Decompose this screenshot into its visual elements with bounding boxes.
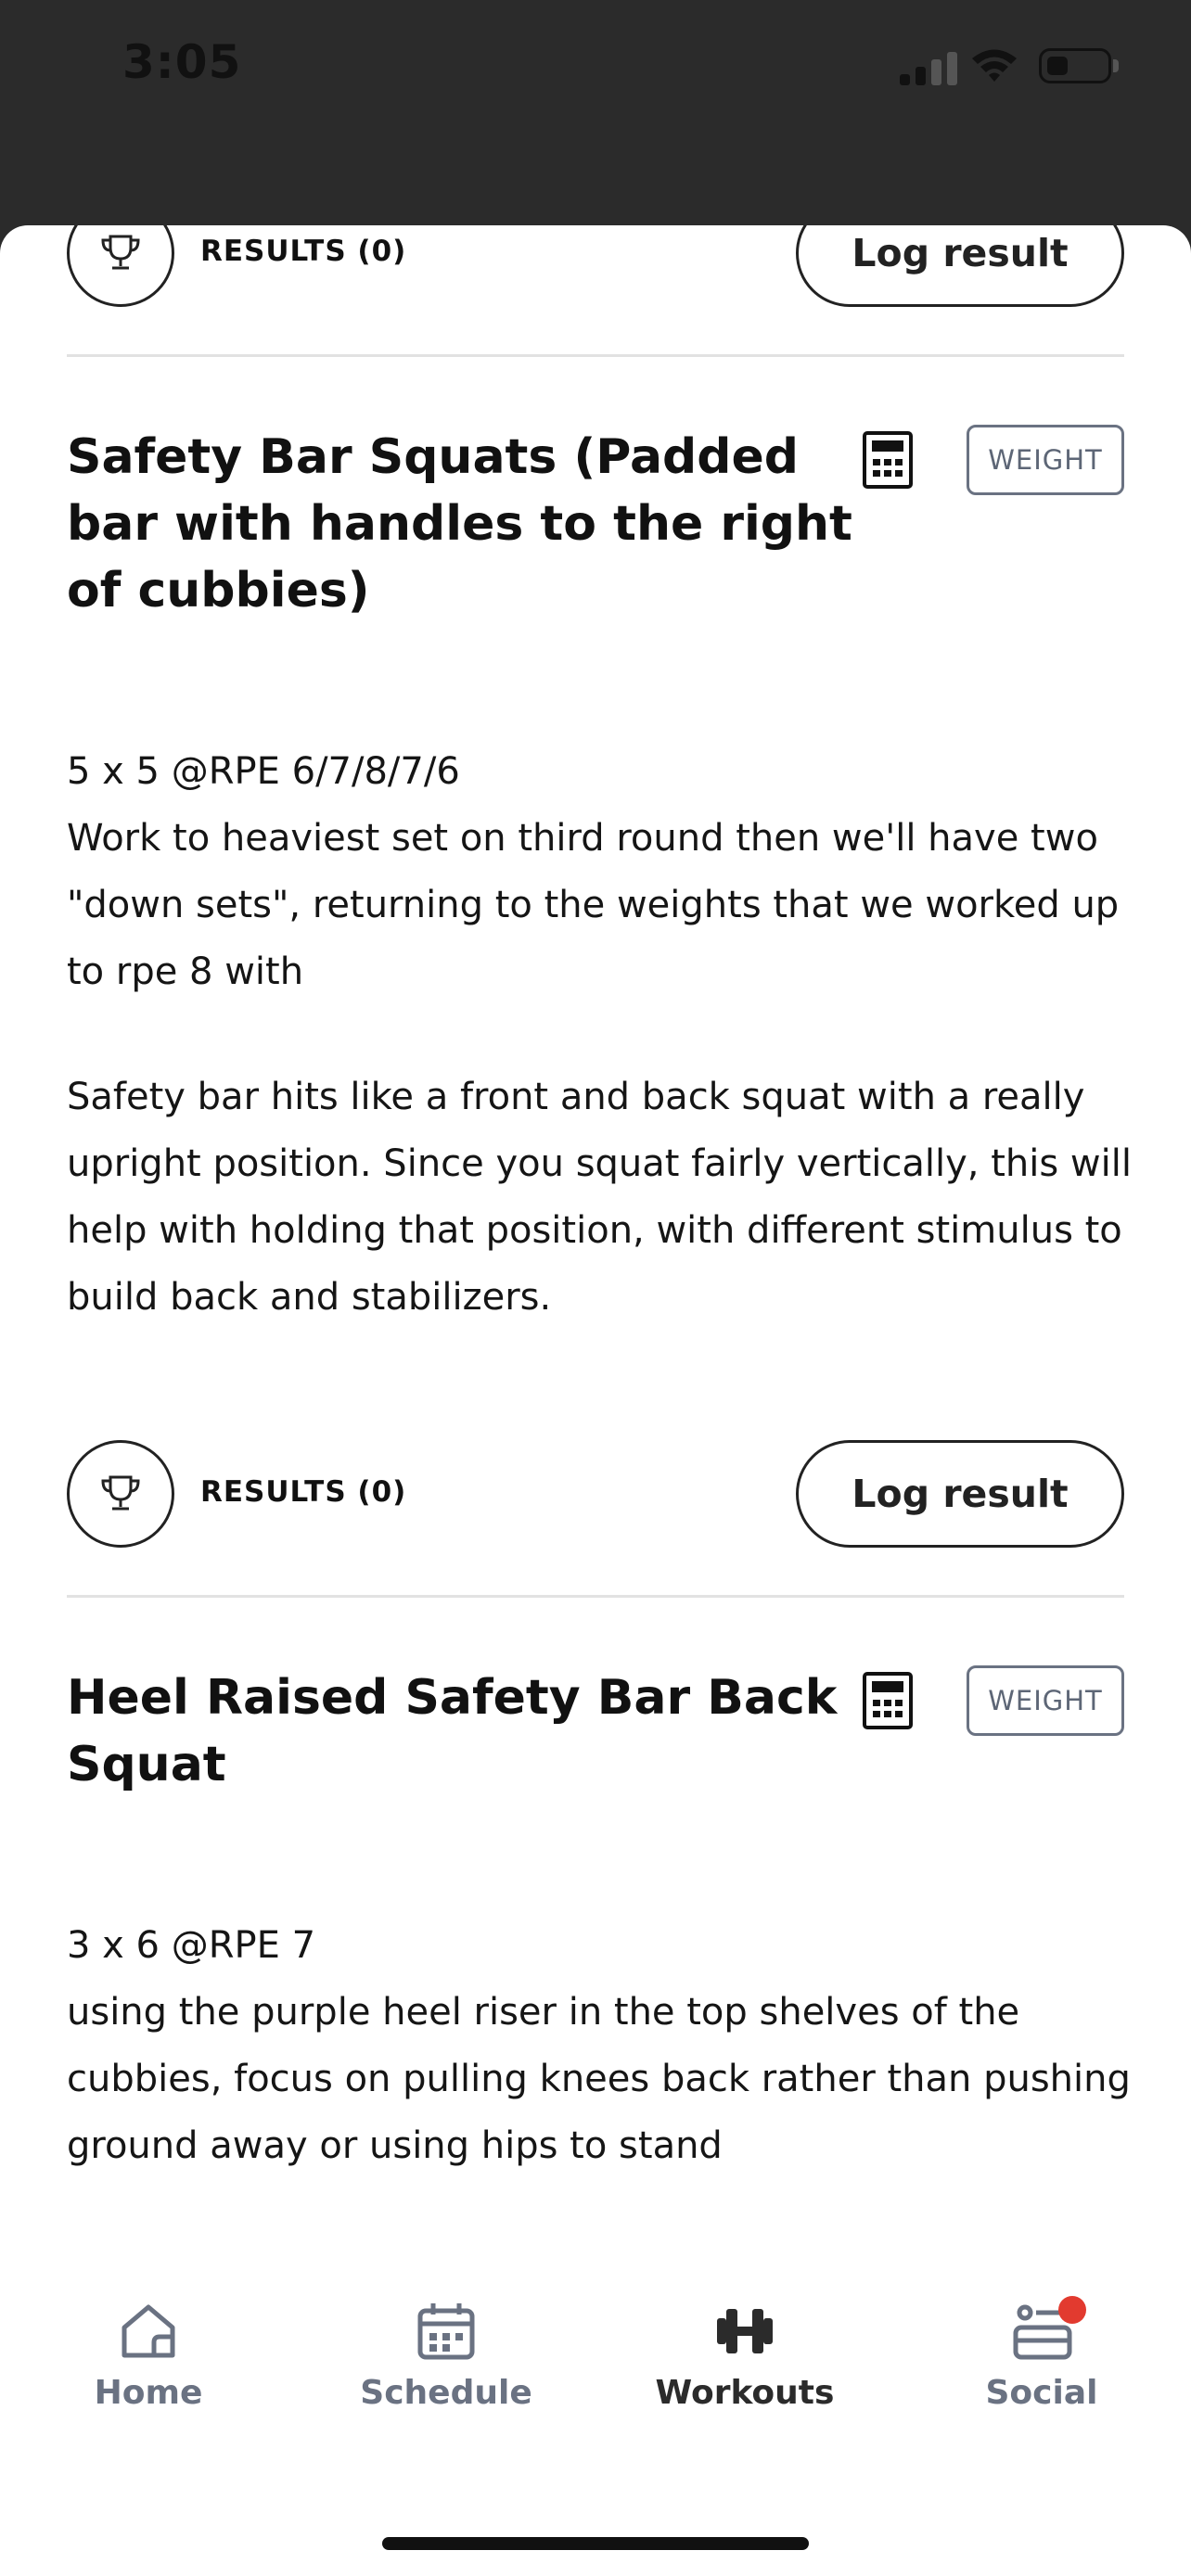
trophy-icon xyxy=(101,1475,140,1511)
notification-dot xyxy=(1058,2296,1086,2324)
exercise-note: Safety bar hits like a front and back sq… xyxy=(67,1076,1132,1319)
calculator-icon[interactable] xyxy=(863,1672,913,1729)
section-divider xyxy=(67,354,1124,357)
weight-badge[interactable]: WEIGHT xyxy=(967,425,1124,495)
calculator-icon[interactable] xyxy=(863,431,913,489)
exercise-scheme: 5 x 5 @RPE 6/7/8/7/6 xyxy=(67,750,460,793)
results-trophy-button[interactable] xyxy=(67,225,174,307)
tab-label: Home xyxy=(94,2374,203,2412)
tab-home[interactable]: Home xyxy=(37,2300,260,2448)
log-result-button[interactable]: Log result xyxy=(796,225,1124,307)
results-label[interactable]: RESULTS (0) xyxy=(200,235,406,268)
results-row: RESULTS (0) Log result xyxy=(67,1440,1124,1551)
tab-label: Schedule xyxy=(360,2374,532,2412)
calendar-icon xyxy=(417,2303,475,2360)
status-bar: 3:05 xyxy=(0,0,1191,223)
exercise-scheme: 3 x 6 @RPE 7 xyxy=(67,1924,316,1967)
exercise-title: Heel Raised Safety Bar Back Squat xyxy=(67,1670,838,1792)
battery-icon xyxy=(1039,48,1111,83)
tab-label: Social xyxy=(985,2374,1098,2412)
status-time: 3:05 xyxy=(122,35,242,89)
section-divider xyxy=(67,1595,1124,1598)
dumbbell-icon xyxy=(717,2309,773,2353)
bottom-tab-bar: Home Schedule Workouts Social xyxy=(0,2253,1191,2576)
battery-tip xyxy=(1113,59,1119,72)
tab-schedule[interactable]: Schedule xyxy=(335,2300,557,2448)
trophy-icon xyxy=(101,235,140,270)
results-label[interactable]: RESULTS (0) xyxy=(200,1475,406,1509)
workout-detail-sheet[interactable]: RESULTS (0) Log result Safety Bar Squats… xyxy=(0,225,1191,2576)
weight-badge[interactable]: WEIGHT xyxy=(967,1665,1124,1736)
tab-social[interactable]: Social xyxy=(930,2296,1153,2448)
tab-workouts[interactable]: Workouts xyxy=(634,2300,856,2448)
results-row: RESULTS (0) Log result xyxy=(67,225,1124,311)
exercise-note: using the purple heel riser in the top s… xyxy=(67,1991,1131,2167)
home-indicator[interactable] xyxy=(382,2537,809,2550)
wifi-icon xyxy=(972,49,1017,82)
exercise-note: Work to heaviest set on third round then… xyxy=(67,817,1120,993)
tab-label: Workouts xyxy=(655,2374,835,2412)
results-trophy-button[interactable] xyxy=(67,1440,174,1548)
home-icon xyxy=(122,2304,175,2358)
exercise-title: Safety Bar Squats (Padded bar with handl… xyxy=(67,429,852,618)
log-result-button[interactable]: Log result xyxy=(796,1440,1124,1548)
cellular-signal-icon xyxy=(900,52,957,85)
